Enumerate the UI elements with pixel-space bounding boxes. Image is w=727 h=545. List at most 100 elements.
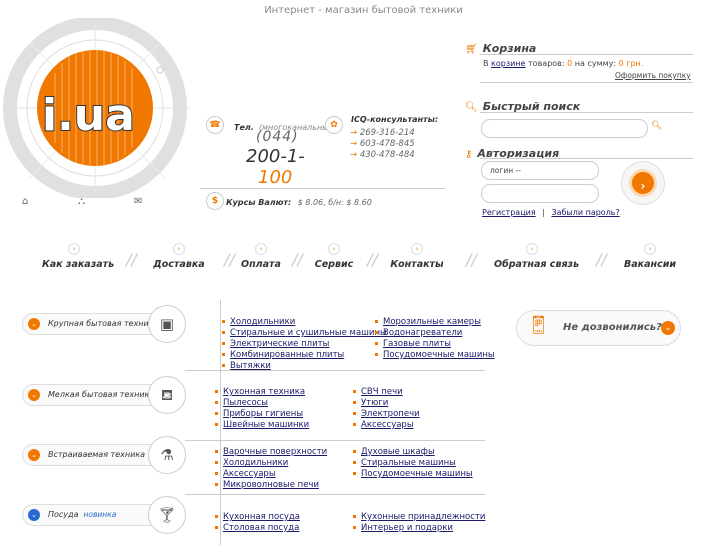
category-link[interactable]: Интерьер и подарки: [361, 523, 453, 533]
category-link[interactable]: Газовые плиты: [383, 339, 451, 349]
icq-number[interactable]: 430-478-484: [360, 150, 415, 160]
icq-list: → 269-316-214 → 603-478-845 → 430-478-48…: [350, 128, 415, 160]
callback-button[interactable]: 📱︎ Не дозвонились? ⌄: [516, 310, 681, 346]
glass-icon: 🍸︎: [148, 496, 186, 534]
new-badge: новинка: [83, 510, 117, 519]
nav-item-payment[interactable]: › Оплата: [238, 243, 284, 270]
category-links: СВЧ печи Утюги Электропечи Аксессуары: [353, 387, 420, 431]
nav-item-vacancies[interactable]: › Вакансии: [624, 243, 676, 270]
search-input[interactable]: [481, 119, 648, 138]
category-link[interactable]: Вытяжки: [230, 361, 271, 371]
washing-machine-icon: ▣: [148, 305, 186, 343]
login-button[interactable]: ›: [629, 169, 657, 197]
home-icon[interactable]: ⌂: [22, 196, 28, 207]
category-link[interactable]: Духовые шкафы: [361, 447, 435, 457]
phone-label: Тел.: [234, 123, 254, 132]
divider: [185, 494, 485, 495]
logo[interactable]: i.ua: [0, 18, 200, 198]
util-icons: ⌂ ⛬ ✉: [20, 196, 160, 208]
divider: [480, 54, 693, 55]
chevron-down-icon: ⌄: [28, 389, 40, 401]
icq-number[interactable]: 603-478-845: [360, 139, 415, 149]
icq-label: ICQ-консультанты:: [351, 115, 439, 124]
currency-label: Курсы Валют:: [226, 198, 292, 207]
category-link[interactable]: Микроволновые печи: [223, 480, 319, 490]
nav-item-how-to-order[interactable]: › Как заказать: [42, 243, 114, 270]
category-link[interactable]: Посудомоечные машины: [361, 469, 473, 479]
search-section-icon: 🔍︎: [465, 102, 478, 113]
category-links: Варочные поверхности Холодильники Аксесс…: [215, 447, 327, 491]
category-links: Холодильники Стиральные и сушильные маши…: [222, 317, 387, 372]
category-link[interactable]: Приборы гигиены: [223, 409, 303, 419]
phone-number-part2: 100: [258, 167, 293, 188]
divider: [185, 440, 485, 441]
category-link[interactable]: Аксессуары: [361, 420, 414, 430]
callback-label: Не дозвонились?: [563, 322, 662, 333]
category-links: Кухонная посуда Столовая посуда: [215, 512, 300, 534]
sitemap-icon[interactable]: ⛬: [78, 196, 85, 207]
chevron-down-icon: ⌄: [28, 509, 40, 521]
category-link[interactable]: Электропечи: [361, 409, 420, 419]
login-input[interactable]: логин --: [481, 161, 599, 180]
divider: [200, 188, 445, 189]
category-link[interactable]: Комбинированные плиты: [230, 350, 344, 360]
category-link[interactable]: Кухонные принадлежности: [361, 512, 485, 522]
divider: [480, 158, 693, 159]
category-link[interactable]: Столовая посуда: [223, 523, 299, 533]
main-nav: › Как заказать // › Доставка // › Оплата //…: [42, 243, 677, 270]
icq-number[interactable]: 269-316-214: [360, 128, 415, 138]
nav-item-service[interactable]: › Сервис: [310, 243, 358, 270]
category-link[interactable]: Стиральные и сушильные машины: [230, 328, 387, 338]
category-links: Морозильные камеры Водонагреватели Газов…: [375, 317, 495, 361]
login-button-wrap: ›: [621, 161, 665, 205]
category-links: Духовые шкафы Стиральные машины Посудомо…: [353, 447, 473, 480]
site-title: Интернет - магазин бытовой техники: [264, 5, 463, 16]
password-input[interactable]: [481, 184, 599, 203]
category-link[interactable]: Электрические плиты: [230, 339, 329, 349]
nav-item-contacts[interactable]: › Контакты: [390, 243, 444, 270]
contacts-block: ☎ Тел. (многоканальный) (044) 200-1- 100…: [200, 108, 445, 218]
chevron-down-icon: ⌄: [28, 449, 40, 461]
cart-summary: В корзине товаров: 0 на сумму: 0 грн.: [483, 59, 644, 68]
checkout-link[interactable]: Оформить покупку: [615, 71, 691, 80]
cart-icon: 🛒︎: [465, 44, 478, 55]
category-link[interactable]: Кухонная посуда: [223, 512, 300, 522]
cart-sum: 0 грн.: [618, 59, 644, 68]
flask-icon: ⚗: [148, 436, 186, 474]
key-icon: ⚷: [465, 149, 473, 160]
divider: [480, 112, 693, 113]
chevron-down-icon: ⌄: [661, 321, 675, 335]
category-link[interactable]: Утюги: [361, 398, 388, 408]
cart-link[interactable]: корзине: [491, 59, 525, 68]
mail-icon[interactable]: ✉: [134, 196, 142, 207]
currency-values: $ 8.06, б/н: $ 8.60: [297, 198, 372, 207]
logo-text: i.ua: [42, 90, 135, 141]
category-link[interactable]: Холодильники: [223, 458, 288, 468]
category-link[interactable]: Стиральные машины: [361, 458, 456, 468]
nav-item-delivery[interactable]: › Доставка: [150, 243, 208, 270]
kettle-icon: ⛾: [148, 376, 186, 414]
icq-icon: ✿: [325, 116, 343, 134]
search-button-icon[interactable]: 🔍︎: [651, 121, 662, 131]
currency-icon: $: [206, 192, 224, 210]
chevron-down-icon: ⌄: [28, 318, 40, 330]
divider: [480, 82, 693, 83]
category-link[interactable]: Морозильные камеры: [383, 317, 481, 327]
phone-code: (044): [256, 129, 299, 145]
nav-item-feedback[interactable]: › Обратная связь: [494, 243, 579, 270]
category-link[interactable]: СВЧ печи: [361, 387, 403, 397]
category-link[interactable]: Аксессуары: [223, 469, 276, 479]
category-link[interactable]: Холодильники: [230, 317, 295, 327]
category-link[interactable]: Варочные поверхности: [223, 447, 327, 457]
category-link[interactable]: Пылесосы: [223, 398, 268, 408]
category-link[interactable]: Водонагреватели: [383, 328, 462, 338]
phone-number-part1: 200-1-: [246, 146, 305, 167]
logo-graphic: i.ua: [3, 18, 190, 198]
forgot-password-link[interactable]: Забыли пароль?: [551, 208, 619, 217]
register-link[interactable]: Регистрация: [482, 208, 536, 217]
category-link[interactable]: Швейные машинки: [223, 420, 309, 430]
category-links: Кухонные принадлежности Интерьер и подар…: [353, 512, 485, 534]
category-link[interactable]: Кухонная техника: [223, 387, 305, 397]
cart-count: 0: [567, 59, 573, 68]
category-link[interactable]: Посудомоечные машины: [383, 350, 495, 360]
